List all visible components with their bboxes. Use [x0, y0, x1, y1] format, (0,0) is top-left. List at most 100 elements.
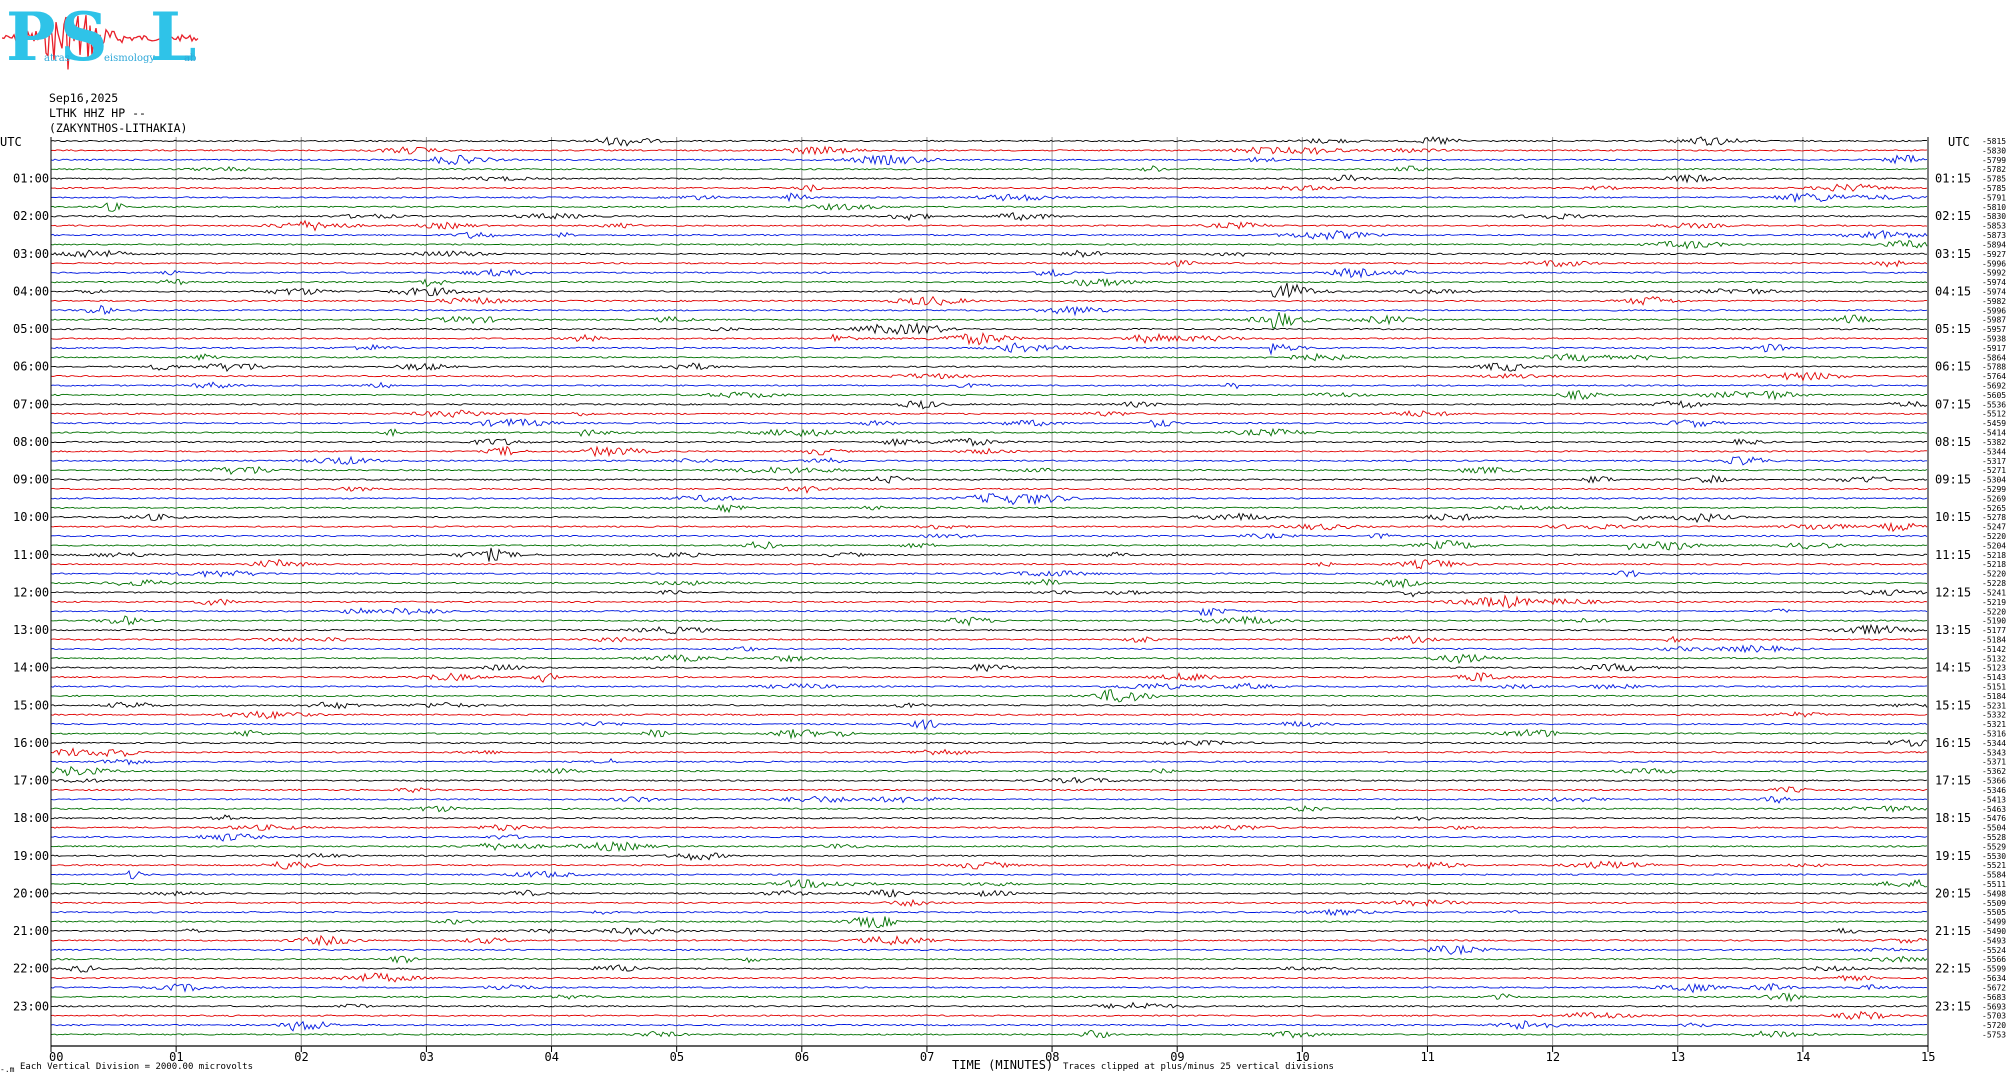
trace-52 — [50, 623, 1928, 635]
trace-offset-80: -5498 — [1982, 889, 2006, 898]
right-hour-label-2: 02:15 — [1935, 209, 1971, 223]
right-hour-label-20: 20:15 — [1935, 886, 1971, 900]
trace-31 — [50, 427, 1928, 438]
trace-offset-6: -5791 — [1982, 193, 2006, 202]
trace-offset-0: -5815 — [1982, 137, 2006, 146]
trace-84 — [50, 927, 1928, 936]
trace-offset-14: -5992 — [1982, 269, 2006, 278]
left-hour-label-10: 10:00 — [13, 510, 49, 524]
right-utc-label: UTC — [1948, 135, 1970, 149]
trace-34 — [50, 455, 1927, 466]
trace-offset-29: -5512 — [1982, 410, 2006, 419]
trace-25 — [50, 371, 1928, 382]
trace-42 — [50, 532, 1928, 540]
trace-offset-91: -5683 — [1982, 993, 2006, 1002]
trace-offset-25: -5764 — [1982, 372, 2006, 381]
x-tick-label-7: 07 — [920, 1050, 934, 1064]
x-axis-label: TIME (MINUTES) — [952, 1058, 1053, 1072]
trace-offset-51: -5190 — [1982, 617, 2006, 626]
trace-21 — [50, 331, 1928, 346]
trace-offset-34: -5317 — [1982, 457, 2006, 466]
left-hour-label-16: 16:00 — [13, 736, 49, 750]
trace-68 — [50, 777, 1928, 784]
trace-offset-78: -5584 — [1982, 871, 2006, 880]
trace-offset-17: -5982 — [1982, 297, 2006, 306]
trace-offset-57: -5143 — [1982, 673, 2006, 682]
x-tick-label-6: 06 — [795, 1050, 809, 1064]
left-hour-label-23: 23:00 — [13, 999, 49, 1013]
left-hour-label-8: 08:00 — [13, 435, 49, 449]
trace-offset-39: -5265 — [1982, 504, 2006, 513]
trace-offset-73: -5504 — [1982, 824, 2006, 833]
trace-offset-37: -5299 — [1982, 485, 2006, 494]
trace-11 — [50, 240, 1928, 250]
trace-offset-95: -5753 — [1982, 1030, 2006, 1039]
left-hour-label-15: 15:00 — [13, 698, 49, 712]
right-hour-label-7: 07:15 — [1935, 397, 1971, 411]
trace-93 — [50, 1010, 1928, 1021]
trace-offset-9: -5853 — [1982, 222, 2006, 231]
x-tick-label-3: 03 — [419, 1050, 433, 1064]
left-hour-label-11: 11:00 — [13, 548, 49, 562]
trace-offset-22: -5917 — [1982, 344, 2006, 353]
trace-23 — [50, 352, 1928, 362]
trace-47 — [50, 578, 1928, 589]
trace-offset-72: -5476 — [1982, 814, 2006, 823]
trace-30 — [50, 417, 1928, 429]
trace-92 — [50, 1001, 1928, 1010]
trace-offset-1: -5830 — [1982, 146, 2006, 155]
trace-77 — [50, 860, 1928, 870]
trace-offset-24: -5788 — [1982, 363, 2006, 372]
trace-offset-35: -5271 — [1982, 466, 2006, 475]
trace-offset-21: -5938 — [1982, 335, 2006, 344]
trace-58 — [50, 682, 1928, 690]
trace-43 — [50, 540, 1928, 551]
left-hour-label-3: 03:00 — [13, 247, 49, 261]
trace-62 — [50, 718, 1928, 731]
trace-15 — [50, 277, 1928, 288]
right-hour-label-13: 13:15 — [1935, 623, 1971, 637]
right-hour-label-19: 19:15 — [1935, 849, 1971, 863]
trace-offset-86: -5524 — [1982, 946, 2006, 955]
right-hour-label-6: 06:15 — [1935, 360, 1971, 374]
trace-4 — [50, 173, 1927, 184]
trace-offset-52: -5177 — [1982, 626, 2006, 635]
trace-33 — [50, 445, 1928, 458]
trace-offset-88: -5599 — [1982, 965, 2006, 974]
trace-offset-43: -5204 — [1982, 541, 2006, 550]
seismic-traces — [50, 136, 1928, 1039]
trace-61 — [50, 710, 1928, 720]
minute-gridlines — [50, 137, 1929, 1045]
right-hour-label-1: 01:15 — [1935, 172, 1971, 186]
trace-51 — [50, 615, 1928, 627]
x-tick-label-13: 13 — [1671, 1050, 1685, 1064]
trace-59 — [50, 689, 1928, 703]
right-hour-label-15: 15:15 — [1935, 698, 1971, 712]
trace-offset-92: -5693 — [1982, 1002, 2006, 1011]
right-hour-label-4: 04:15 — [1935, 284, 1971, 298]
trace-7 — [50, 201, 1928, 212]
trace-85 — [50, 934, 1928, 947]
trace-81 — [50, 898, 1928, 908]
trace-45 — [50, 558, 1928, 570]
trace-41 — [50, 521, 1928, 533]
corner-mark: -.m — [0, 1065, 15, 1074]
trace-74 — [50, 833, 1928, 842]
trace-offset-79: -5511 — [1982, 880, 2006, 889]
trace-offset-13: -5996 — [1982, 259, 2006, 268]
trace-offset-50: -5220 — [1982, 607, 2006, 616]
left-hour-label-7: 07:00 — [13, 397, 49, 411]
trace-95 — [50, 1029, 1928, 1039]
trace-offset-30: -5459 — [1982, 419, 2006, 428]
trace-91 — [50, 992, 1928, 1003]
trace-offset-19: -5987 — [1982, 316, 2006, 325]
trace-offset-68: -5366 — [1982, 777, 2006, 786]
x-tick-label-15: 15 — [1921, 1050, 1935, 1064]
trace-offset-32: -5382 — [1982, 438, 2006, 447]
trace-26 — [50, 381, 1928, 390]
trace-offset-26: -5692 — [1982, 382, 2006, 391]
trace-66 — [50, 757, 1927, 766]
trace-offset-61: -5332 — [1982, 711, 2006, 720]
trace-14 — [51, 267, 1928, 279]
trace-offset-46: -5220 — [1982, 570, 2006, 579]
